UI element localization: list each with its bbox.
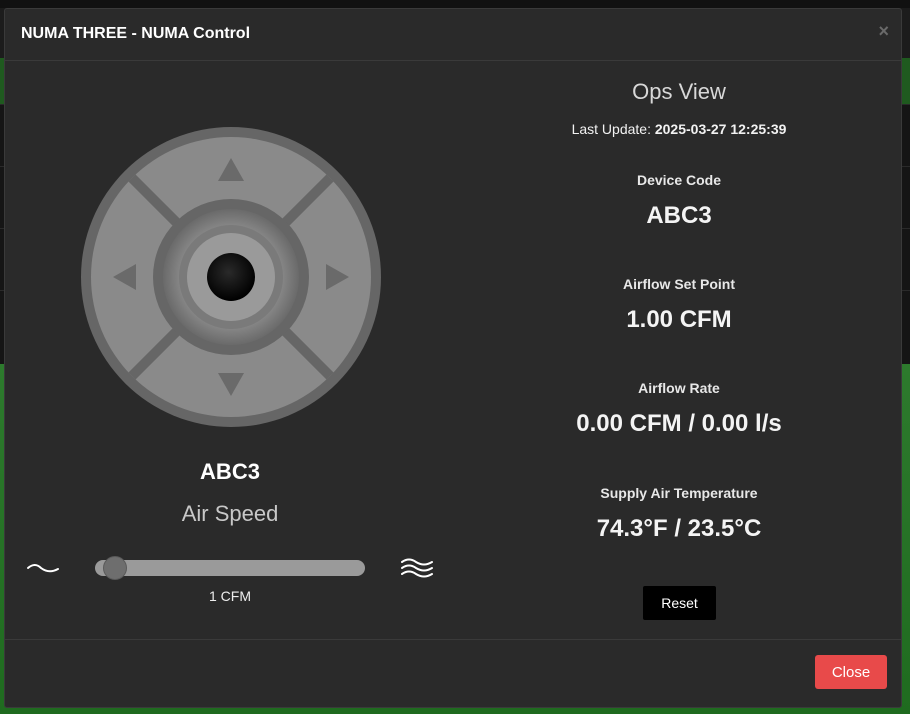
device-name: ABC3 <box>200 459 260 484</box>
numa-control-modal: NUMA THREE - NUMA Control × ABC3 Air Spe… <box>4 8 902 708</box>
device-code-label: Device Code <box>636 172 722 188</box>
close-button[interactable]: Close <box>815 655 887 689</box>
modal-body: ABC3 Air Speed 1 CFM Ops View Last Updat… <box>5 61 901 640</box>
modal-title: NUMA THREE - NUMA Control <box>21 25 251 42</box>
device-code-value: ABC3 <box>646 202 712 229</box>
breeze-low-icon <box>27 564 59 573</box>
air-speed-slider[interactable] <box>95 556 365 580</box>
supply-temp-label: Supply Air Temperature <box>600 485 758 501</box>
setpoint-value: 1.00 CFM <box>626 306 732 333</box>
close-icon[interactable]: × <box>878 21 889 42</box>
wind-high-icon <box>401 558 433 578</box>
modal-footer: Close <box>5 640 901 708</box>
background-top-strip <box>0 0 910 8</box>
modal-header: NUMA THREE - NUMA Control × <box>5 9 901 61</box>
setpoint-label: Airflow Set Point <box>623 276 735 292</box>
last-update-value: 2025-03-27 12:25:39 <box>654 121 787 137</box>
supply-temp-value: 74.3°F / 23.5°C <box>596 515 762 542</box>
last-update: Last Update: 2025-03-27 12:25:39 <box>455 121 903 137</box>
ops-view-title: Ops View <box>632 79 726 104</box>
airflow-rate-label: Airflow Rate <box>638 380 720 396</box>
slider-value-label: 1 CFM <box>209 588 251 604</box>
joystick-control <box>81 127 381 427</box>
air-speed-title: Air Speed <box>181 501 279 526</box>
airflow-rate-value: 0.00 CFM / 0.00 l/s <box>576 410 782 437</box>
joystick-center <box>207 253 255 301</box>
last-update-label: Last Update: <box>571 121 651 137</box>
reset-button[interactable]: Reset <box>643 586 716 620</box>
ops-view-panel: Ops View Last Update: 2025-03-27 12:25:3… <box>455 61 903 640</box>
slider-handle[interactable] <box>103 556 127 580</box>
